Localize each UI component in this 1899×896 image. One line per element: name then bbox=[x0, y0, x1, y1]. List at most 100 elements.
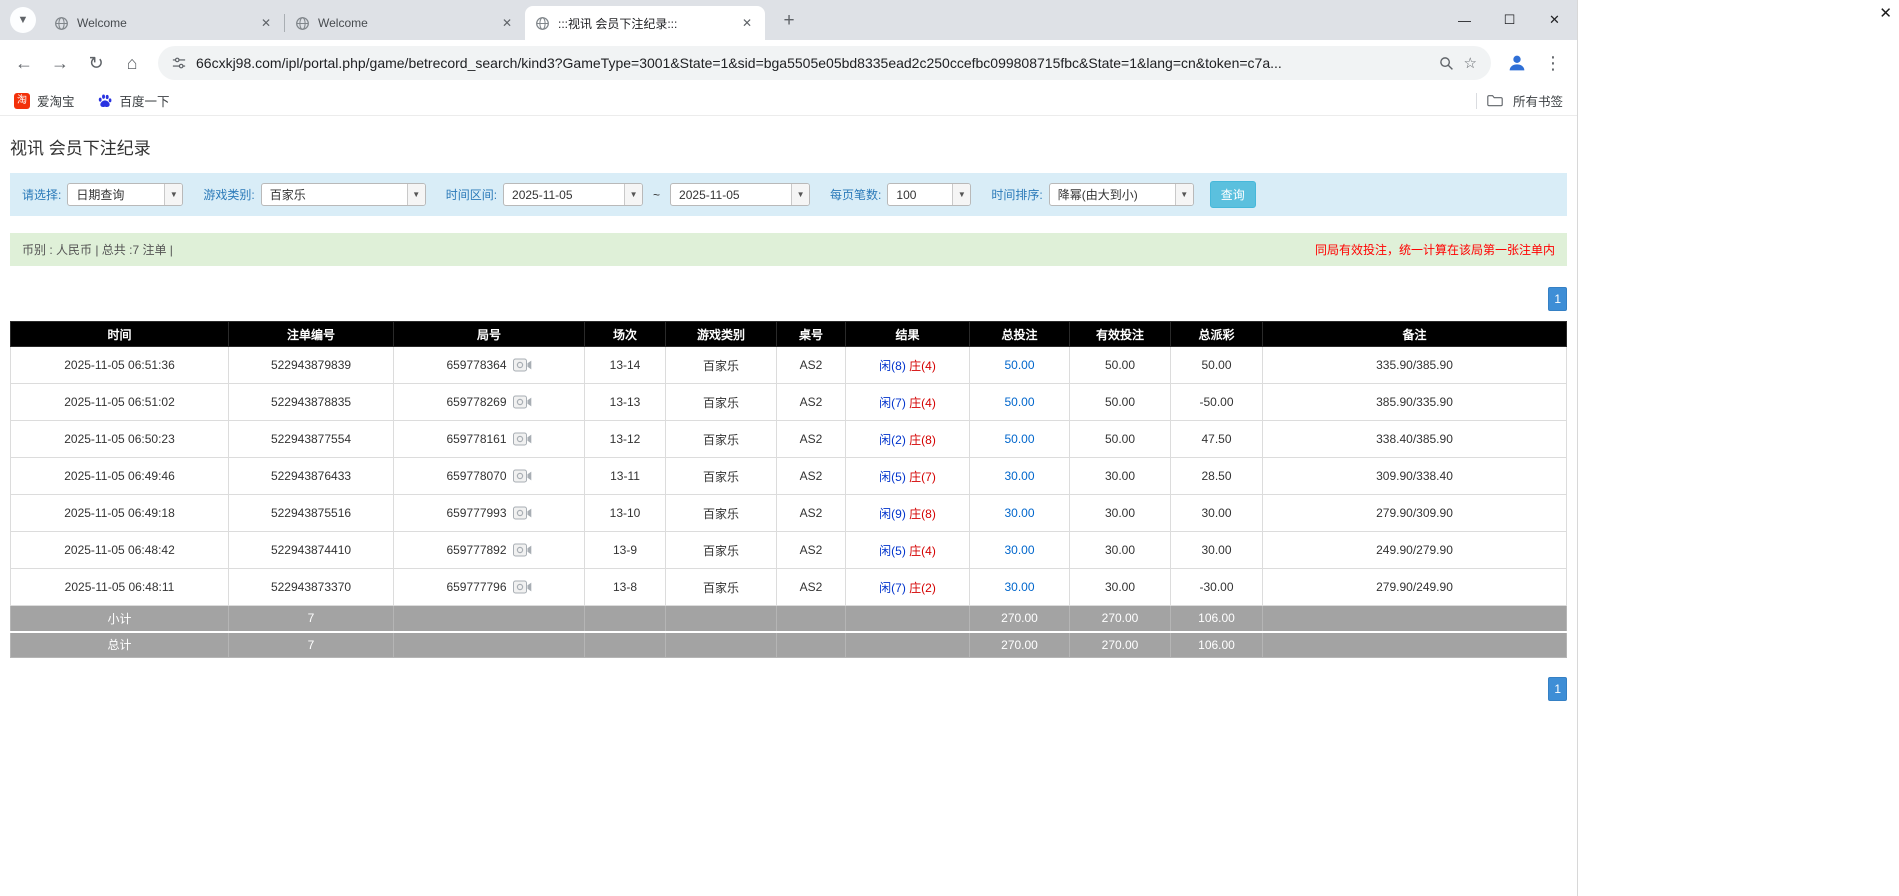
all-bookmarks[interactable]: 所有书签 bbox=[1476, 91, 1563, 110]
video-replay-icon[interactable] bbox=[513, 469, 532, 483]
tab-title: :::视讯 会员下注纪录::: bbox=[558, 15, 731, 32]
empty-cell bbox=[666, 606, 777, 632]
video-replay-icon[interactable] bbox=[513, 432, 532, 446]
address-bar[interactable]: 66cxkj98.com/ipl/portal.php/game/betreco… bbox=[158, 46, 1491, 80]
forward-icon[interactable]: → bbox=[42, 45, 78, 81]
total-bet-link[interactable]: 50.00 bbox=[1004, 395, 1034, 409]
page-1-button[interactable]: 1 bbox=[1548, 677, 1567, 701]
video-replay-icon[interactable] bbox=[513, 506, 532, 520]
round-number: 659778364 bbox=[446, 358, 506, 372]
cell-round: 659778070 bbox=[394, 458, 585, 495]
chevron-down-icon[interactable]: ▼ bbox=[952, 184, 970, 205]
cell-valid-bet: 50.00 bbox=[1070, 347, 1171, 384]
query-type-value: 日期查询 bbox=[68, 186, 164, 203]
cell-round: 659777993 bbox=[394, 495, 585, 532]
col-header-valid-bet: 有效投注 bbox=[1070, 322, 1171, 347]
result-player: 闲(7) bbox=[879, 396, 906, 410]
tab-welcome-2[interactable]: Welcome ✕ bbox=[285, 6, 525, 40]
query-type-select[interactable]: 日期查询 ▼ bbox=[67, 183, 183, 206]
chevron-down-icon[interactable]: ▼ bbox=[164, 184, 182, 205]
chevron-down-icon[interactable]: ▼ bbox=[1175, 184, 1193, 205]
date-from-input[interactable]: 2025-11-05 ▼ bbox=[503, 183, 643, 206]
tab-close-icon[interactable]: ✕ bbox=[258, 15, 274, 31]
subtotal-total-bet: 270.00 bbox=[970, 606, 1070, 632]
result-player: 闲(5) bbox=[879, 470, 906, 484]
cell-payout: 50.00 bbox=[1171, 347, 1263, 384]
background-close-icon[interactable]: ✕ bbox=[1879, 4, 1892, 22]
cell-bet-id: 522943879839 bbox=[229, 347, 394, 384]
sort-label: 时间排序: bbox=[991, 186, 1042, 203]
cell-table-no: AS2 bbox=[777, 569, 846, 606]
tab-close-icon[interactable]: ✕ bbox=[499, 15, 515, 31]
cell-game-type: 百家乐 bbox=[666, 495, 777, 532]
total-bet-link[interactable]: 30.00 bbox=[1004, 506, 1034, 520]
tab-bet-records[interactable]: :::视讯 会员下注纪录::: ✕ bbox=[525, 6, 765, 40]
cell-note: 249.90/279.90 bbox=[1263, 532, 1567, 569]
video-replay-icon[interactable] bbox=[513, 543, 532, 557]
cell-round: 659777892 bbox=[394, 532, 585, 569]
tab-strip: ▼ Welcome ✕ Welcome ✕ :::视讯 会员下注纪录::: ✕ … bbox=[0, 0, 1577, 40]
minimize-button[interactable]: — bbox=[1442, 0, 1487, 40]
chevron-down-icon[interactable]: ▼ bbox=[791, 184, 809, 205]
video-replay-icon[interactable] bbox=[513, 580, 532, 594]
table-row: 2025-11-05 06:48:11522943873370659777796… bbox=[11, 569, 1567, 606]
video-replay-icon[interactable] bbox=[513, 358, 532, 372]
cell-time: 2025-11-05 06:48:11 bbox=[11, 569, 229, 606]
subtotal-valid-bet: 270.00 bbox=[1070, 606, 1171, 632]
reload-icon[interactable]: ↻ bbox=[78, 45, 114, 81]
zoom-icon[interactable] bbox=[1439, 56, 1454, 71]
total-bet-link[interactable]: 30.00 bbox=[1004, 580, 1034, 594]
new-tab-button[interactable]: + bbox=[775, 7, 803, 35]
site-settings-icon[interactable] bbox=[172, 56, 186, 70]
total-bet-link[interactable]: 50.00 bbox=[1004, 358, 1034, 372]
home-icon[interactable]: ⌂ bbox=[114, 45, 150, 81]
menu-icon[interactable]: ⋮ bbox=[1535, 45, 1571, 81]
page-size-select[interactable]: 100 ▼ bbox=[887, 183, 971, 206]
date-to-input[interactable]: 2025-11-05 ▼ bbox=[670, 183, 810, 206]
table-row: 2025-11-05 06:50:23522943877554659778161… bbox=[11, 421, 1567, 458]
search-button[interactable]: 查询 bbox=[1210, 181, 1256, 208]
cell-game-type: 百家乐 bbox=[666, 458, 777, 495]
back-icon[interactable]: ← bbox=[6, 45, 42, 81]
video-replay-icon[interactable] bbox=[513, 395, 532, 409]
tab-welcome-1[interactable]: Welcome ✕ bbox=[44, 6, 284, 40]
bookmark-baidu[interactable]: 百度一下 bbox=[97, 91, 170, 110]
total-bet-link[interactable]: 50.00 bbox=[1004, 432, 1034, 446]
bookmark-taobao[interactable]: 淘 爱淘宝 bbox=[14, 91, 75, 110]
cell-bet-id: 522943878835 bbox=[229, 384, 394, 421]
table-row: 2025-11-05 06:49:18522943875516659777993… bbox=[11, 495, 1567, 532]
close-button[interactable]: ✕ bbox=[1532, 0, 1577, 40]
page-1-button[interactable]: 1 bbox=[1548, 287, 1567, 311]
maximize-button[interactable]: ☐ bbox=[1487, 0, 1532, 40]
cell-total-bet: 30.00 bbox=[970, 532, 1070, 569]
taobao-icon: 淘 bbox=[14, 93, 30, 109]
profile-icon[interactable] bbox=[1499, 45, 1535, 81]
total-bet-link[interactable]: 30.00 bbox=[1004, 543, 1034, 557]
cell-game-type: 百家乐 bbox=[666, 384, 777, 421]
sort-select[interactable]: 降幂(由大到小) ▼ bbox=[1049, 183, 1194, 206]
empty-cell bbox=[394, 606, 585, 632]
select-label: 请选择: bbox=[22, 186, 61, 203]
all-bookmarks-label: 所有书签 bbox=[1513, 91, 1563, 110]
cell-result: 闲(5) 庄(7) bbox=[846, 458, 970, 495]
cell-total-bet: 30.00 bbox=[970, 569, 1070, 606]
cell-table-no: AS2 bbox=[777, 532, 846, 569]
cell-note: 279.90/309.90 bbox=[1263, 495, 1567, 532]
chevron-down-icon[interactable]: ▼ bbox=[624, 184, 642, 205]
col-header-result: 结果 bbox=[846, 322, 970, 347]
col-header-total-bet: 总投注 bbox=[970, 322, 1070, 347]
total-bet-link[interactable]: 30.00 bbox=[1004, 469, 1034, 483]
cell-round: 659778364 bbox=[394, 347, 585, 384]
url-text[interactable]: 66cxkj98.com/ipl/portal.php/game/betreco… bbox=[196, 55, 1429, 71]
cell-total-bet: 50.00 bbox=[970, 347, 1070, 384]
cell-table-no: AS2 bbox=[777, 421, 846, 458]
chevron-down-icon[interactable]: ▼ bbox=[407, 184, 425, 205]
game-type-select[interactable]: 百家乐 ▼ bbox=[261, 183, 426, 206]
cell-total-bet: 50.00 bbox=[970, 384, 1070, 421]
subtotal-payout: 106.00 bbox=[1171, 606, 1263, 632]
summary-bar: 币别 : 人民币 | 总共 :7 注单 | 同局有效投注，统一计算在该局第一张注… bbox=[10, 233, 1567, 266]
round-number: 659778070 bbox=[446, 469, 506, 483]
tab-search-button[interactable]: ▼ bbox=[10, 7, 36, 33]
tab-close-icon[interactable]: ✕ bbox=[739, 15, 755, 31]
bookmark-star-icon[interactable]: ☆ bbox=[1464, 54, 1477, 72]
